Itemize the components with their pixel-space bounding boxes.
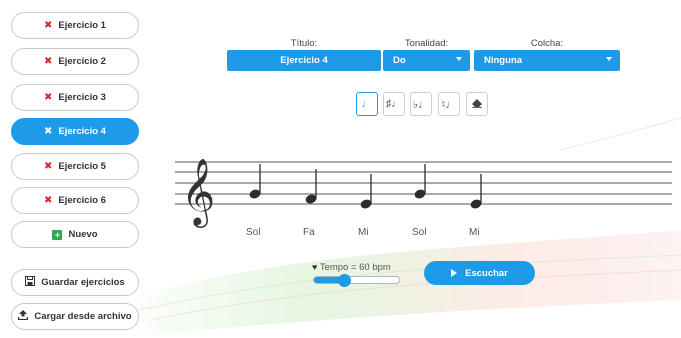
quarter-note[interactable] <box>469 174 482 210</box>
staff-lines <box>175 161 672 205</box>
quarter-note[interactable] <box>359 174 372 210</box>
music-staff[interactable]: 𝄞 <box>0 0 681 338</box>
note-name: Sol <box>412 227 427 238</box>
note-name: Mi <box>469 227 480 238</box>
note-name: Fa <box>303 227 315 238</box>
notes <box>248 164 482 210</box>
note-name: Sol <box>246 227 261 238</box>
tempo-label: ♥ Tempo = 60 bpm <box>312 262 391 273</box>
quarter-note[interactable] <box>413 164 426 200</box>
quarter-note[interactable] <box>304 169 317 205</box>
listen-button[interactable]: Escuchar <box>424 261 535 285</box>
play-icon <box>451 269 458 277</box>
note-name: Mi <box>358 227 369 238</box>
metronome-icon: ♥ <box>312 262 318 272</box>
listen-label: Escuchar <box>465 267 508 279</box>
tempo-slider[interactable] <box>313 274 400 287</box>
tempo-text: Tempo = 60 bpm <box>319 262 391 273</box>
treble-clef-icon: 𝄞 <box>181 157 215 228</box>
quarter-note[interactable] <box>248 164 261 200</box>
